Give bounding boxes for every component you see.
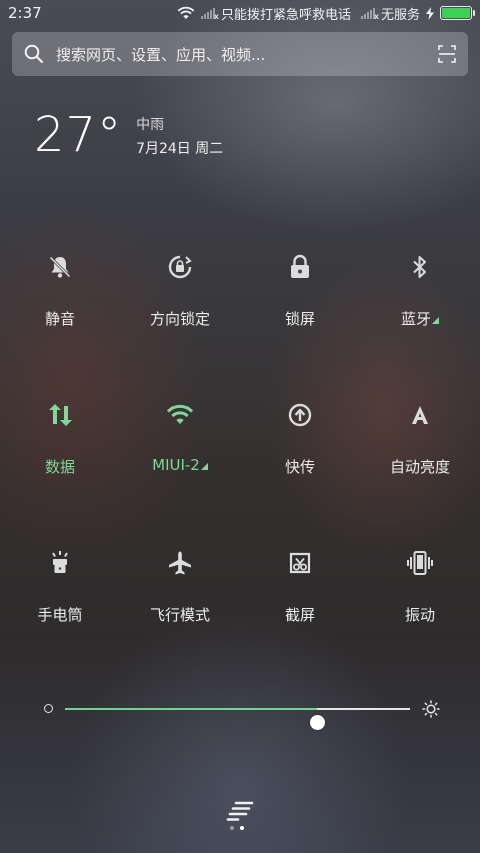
toggle-flashlight[interactable]: 手电筒 bbox=[0, 536, 120, 684]
signal-sim2-icon: x bbox=[360, 7, 379, 21]
search-bar[interactable]: 搜索网页、设置、应用、视频... bbox=[12, 32, 468, 76]
bluetooth-icon bbox=[393, 240, 447, 294]
page-dot-active bbox=[240, 826, 244, 830]
page-dot bbox=[230, 826, 234, 830]
toggle-label: 截屏 bbox=[284, 606, 315, 624]
brightness-thumb[interactable] bbox=[309, 715, 325, 730]
toggle-wifi[interactable]: MIUI-2 bbox=[120, 388, 240, 536]
quick-settings-grid: 静音 方向锁定 锁屏 蓝牙 数据 MIUI-2 快传 自动亮度 手电筒 飞行模式… bbox=[0, 240, 480, 684]
brightness-fill bbox=[65, 708, 317, 710]
auto-brightness-icon bbox=[393, 388, 447, 442]
weather-widget[interactable]: 27° 中雨 7月24日 周二 bbox=[34, 106, 223, 164]
scan-icon[interactable] bbox=[438, 45, 456, 63]
toggle-label-wrap: MIUI-2 bbox=[152, 456, 208, 474]
toggle-label: 数据 bbox=[44, 458, 75, 476]
search-input[interactable]: 搜索网页、设置、应用、视频... bbox=[56, 44, 265, 65]
wifi-status-icon bbox=[177, 6, 195, 19]
toggle-label-wrap: 蓝牙 bbox=[401, 308, 439, 329]
status-time: 2:37 bbox=[8, 4, 42, 22]
submenu-corner-icon bbox=[432, 317, 439, 324]
signal-sim1-icon: x bbox=[200, 7, 219, 21]
battery-fill bbox=[442, 8, 470, 18]
toggle-vibrate[interactable]: 振动 bbox=[360, 536, 480, 684]
weather-temperature: 27° bbox=[34, 107, 123, 163]
toggle-label: 飞行模式 bbox=[149, 606, 210, 624]
toggle-screenshot[interactable]: 截屏 bbox=[240, 536, 360, 684]
brightness-track[interactable] bbox=[65, 708, 410, 730]
toggle-label: 快传 bbox=[284, 458, 315, 476]
charging-icon bbox=[426, 6, 434, 20]
lock-icon bbox=[273, 240, 327, 294]
toggle-label: 锁屏 bbox=[284, 310, 315, 328]
toggle-mute[interactable]: 静音 bbox=[0, 240, 120, 388]
toggle-lock-screen[interactable]: 锁屏 bbox=[240, 240, 360, 388]
page-indicator bbox=[230, 826, 244, 830]
toggle-label: 方向锁定 bbox=[149, 310, 210, 328]
drawer-handle-icon[interactable] bbox=[226, 800, 254, 822]
vibrate-icon bbox=[393, 536, 447, 590]
quick-transfer-icon bbox=[273, 388, 327, 442]
mobile-data-icon bbox=[33, 388, 87, 442]
toggle-label: 手电筒 bbox=[37, 606, 83, 624]
carrier-2-label: 无服务 bbox=[380, 7, 420, 23]
toggle-label: 静音 bbox=[44, 310, 75, 328]
status-bar: 2:37 x 只能拨打紧急呼救电话 x 无服务 bbox=[0, 0, 480, 26]
airplane-icon bbox=[153, 536, 207, 590]
toggle-rotation-lock[interactable]: 方向锁定 bbox=[120, 240, 240, 388]
toggle-quick-transfer[interactable]: 快传 bbox=[240, 388, 360, 536]
toggle-label: 蓝牙 bbox=[400, 310, 431, 328]
rotation-lock-icon bbox=[153, 240, 207, 294]
screenshot-icon bbox=[273, 536, 327, 590]
toggle-label: MIUI-2 bbox=[152, 456, 200, 474]
mute-bell-icon bbox=[33, 240, 87, 294]
toggle-auto-brightness[interactable]: 自动亮度 bbox=[360, 388, 480, 536]
toggle-airplane[interactable]: 飞行模式 bbox=[120, 536, 240, 684]
search-icon bbox=[24, 44, 44, 64]
toggle-mobile-data[interactable]: 数据 bbox=[0, 388, 120, 536]
toggle-label: 自动亮度 bbox=[389, 458, 450, 476]
carrier-1-label: 只能拨打紧急呼救电话 bbox=[220, 7, 351, 23]
wifi-icon bbox=[153, 388, 207, 442]
battery-icon bbox=[440, 6, 475, 20]
status-right-group: x 只能拨打紧急呼救电话 x 无服务 bbox=[177, 4, 475, 23]
brightness-low-icon bbox=[44, 704, 53, 713]
brightness-high-icon bbox=[422, 700, 440, 718]
weather-date: 7月24日 周二 bbox=[136, 141, 224, 157]
toggle-bluetooth[interactable]: 蓝牙 bbox=[360, 240, 480, 388]
submenu-corner-icon bbox=[200, 463, 208, 470]
brightness-slider[interactable] bbox=[40, 694, 440, 730]
weather-meta: 中雨 7月24日 周二 bbox=[136, 114, 223, 158]
weather-condition: 中雨 bbox=[136, 117, 165, 133]
toggle-label: 振动 bbox=[404, 606, 435, 624]
flashlight-icon bbox=[33, 536, 87, 590]
